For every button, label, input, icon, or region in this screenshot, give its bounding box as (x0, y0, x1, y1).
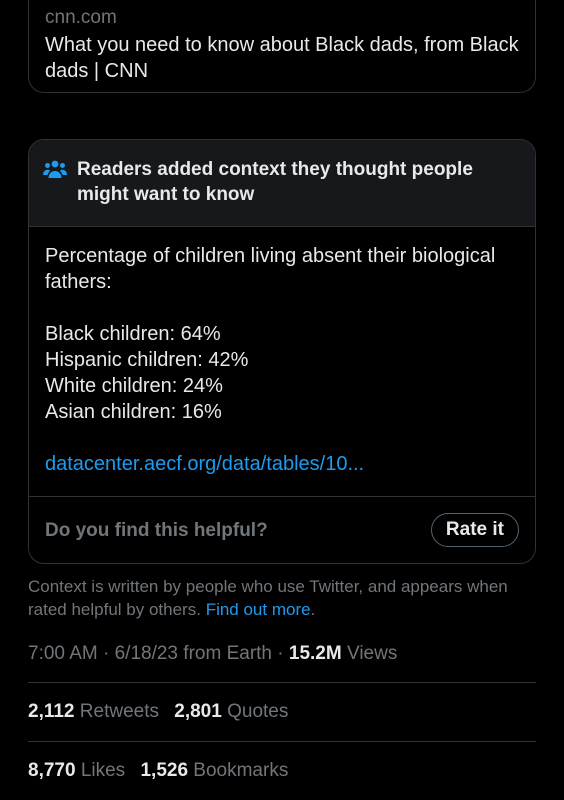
bookmarks-label: Bookmarks (193, 760, 289, 781)
find-out-more-link[interactable]: Find out more (206, 600, 311, 619)
context-footer-period: . (310, 600, 316, 619)
divider (28, 741, 536, 742)
divider (28, 682, 536, 683)
context-footer: Context is written by people who use Twi… (28, 575, 543, 621)
divider (29, 496, 535, 497)
views-count: 15.2M (288, 643, 342, 664)
link-preview-card[interactable]: cnn.com What you need to know about Blac… (28, 0, 536, 93)
retweets-quotes-row: 2,112 Retweets 2,801 Quotes (28, 700, 298, 724)
link-title: What you need to know about Black dads, … (45, 34, 519, 82)
retweets-stat[interactable]: 2,112 Retweets (28, 701, 164, 722)
views-label: Views (346, 643, 398, 664)
tweet-meta: 7:00 AM · 6/18/23 from Earth · 15.2M Vie… (28, 643, 398, 664)
quotes-label: Quotes (227, 701, 289, 722)
bookmarks-count: 1,526 (140, 760, 189, 781)
note-stat-line: White children: 24% (45, 375, 223, 397)
community-note: Readers added context they thought peopl… (28, 139, 536, 564)
retweets-count: 2,112 (28, 701, 75, 722)
helpful-question: Do you find this helpful? (45, 520, 268, 541)
likes-bookmarks-row: 8,770 Likes 1,526 Bookmarks (28, 759, 298, 783)
rate-it-button[interactable]: Rate it (430, 513, 519, 547)
community-note-body: Percentage of children living absent the… (45, 243, 521, 477)
link-domain: cnn.com (45, 7, 117, 28)
tweet-source: from Earth (183, 643, 272, 664)
likes-stat[interactable]: 8,770 Likes (28, 760, 130, 781)
likes-label: Likes (80, 760, 126, 781)
tweet-detail: cnn.com What you need to know about Blac… (0, 0, 564, 800)
note-source-link[interactable]: datacenter.aecf.org/data/tables/10... (45, 451, 521, 477)
note-stat-line: Black children: 64% (45, 323, 221, 345)
community-notes-people-icon (43, 160, 67, 178)
community-note-title: Readers added context they thought peopl… (77, 159, 473, 205)
quotes-stat[interactable]: 2,801 Quotes (174, 701, 288, 722)
bookmarks-stat[interactable]: 1,526 Bookmarks (140, 760, 288, 781)
note-stat-line: Asian children: 16% (45, 401, 222, 423)
quotes-count: 2,801 (174, 701, 222, 722)
retweets-label: Retweets (79, 701, 159, 722)
tweet-date[interactable]: 6/18/23 (115, 643, 178, 664)
note-intro-text: Percentage of children living absent the… (45, 245, 496, 293)
note-stats-list: Black children: 64% Hispanic children: 4… (45, 321, 521, 425)
community-note-header: Readers added context they thought peopl… (29, 140, 535, 227)
likes-count: 8,770 (28, 760, 76, 781)
tweet-time[interactable]: 7:00 AM (28, 643, 98, 664)
note-stat-line: Hispanic children: 42% (45, 349, 249, 371)
